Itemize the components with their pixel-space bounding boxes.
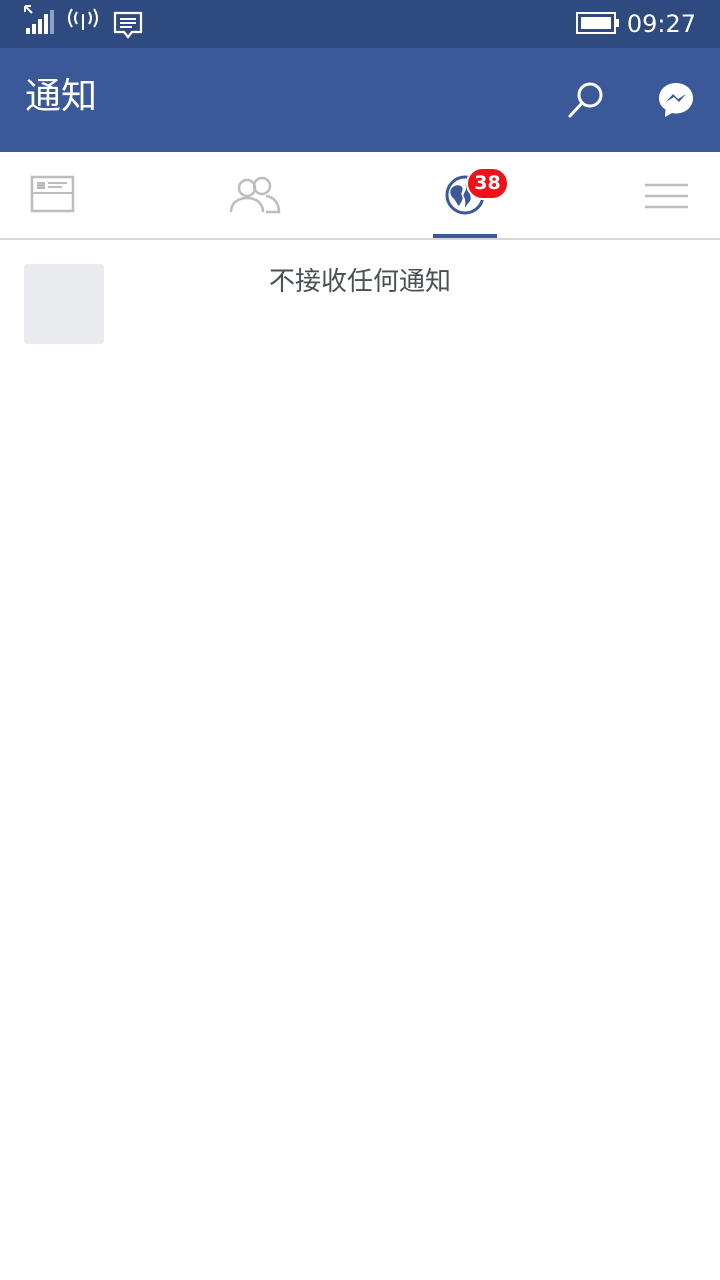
messenger-icon bbox=[659, 83, 693, 117]
page-title: 通知 bbox=[25, 76, 98, 117]
signal-icon bbox=[22, 0, 56, 44]
tab-friends[interactable] bbox=[196, 152, 316, 238]
notification-badge: 38 bbox=[466, 167, 509, 200]
news-feed-icon bbox=[30, 175, 75, 213]
active-tab-indicator bbox=[433, 234, 497, 238]
tab-menu[interactable] bbox=[600, 152, 720, 238]
friends-icon bbox=[229, 176, 281, 214]
hotspot-icon bbox=[66, 0, 100, 44]
tab-bar bbox=[0, 152, 720, 240]
app-header: 通知 bbox=[0, 48, 720, 152]
empty-notifications-message: 不接收任何通知 bbox=[268, 267, 451, 297]
tab-news-feed[interactable] bbox=[0, 152, 120, 238]
status-time: 09:27 bbox=[626, 10, 696, 38]
message-icon bbox=[112, 0, 146, 44]
search-icon bbox=[568, 82, 603, 118]
battery-icon bbox=[574, 0, 622, 44]
search-button[interactable] bbox=[564, 78, 608, 122]
messenger-button[interactable] bbox=[654, 78, 698, 122]
menu-icon bbox=[645, 183, 688, 209]
status-bar: 09:27 bbox=[0, 0, 720, 48]
tab-notifications[interactable] bbox=[405, 152, 525, 238]
